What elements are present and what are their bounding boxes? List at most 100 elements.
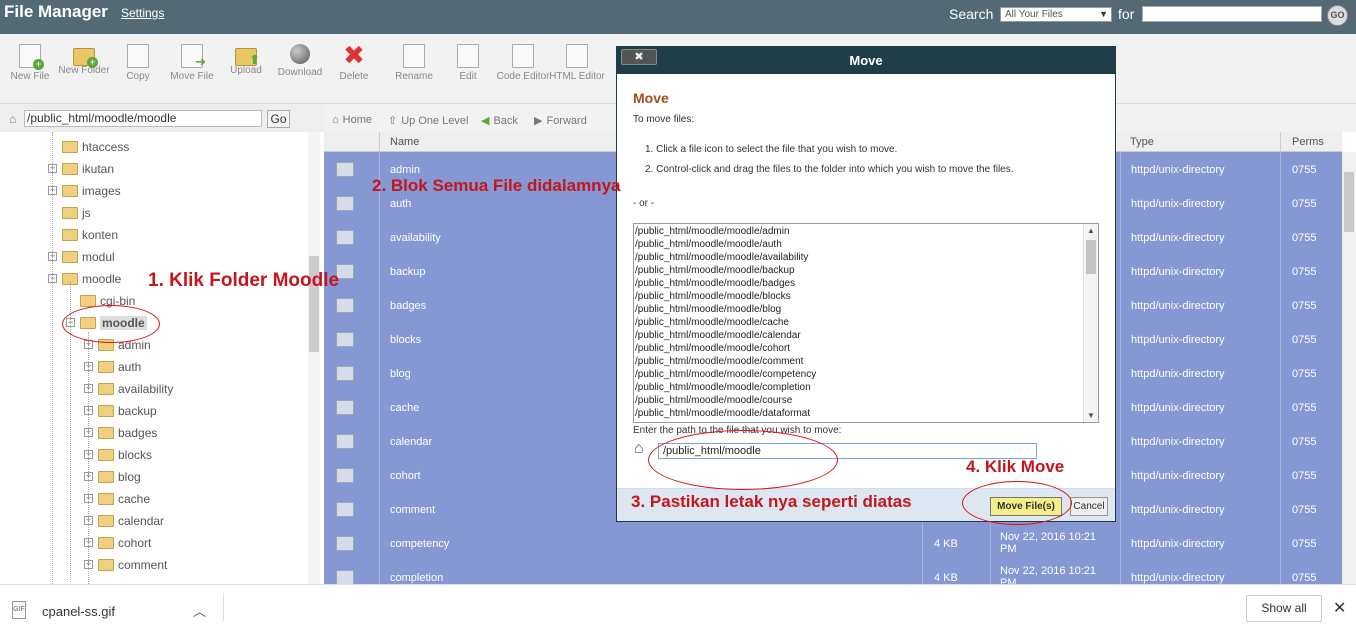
folder-icon [98, 361, 114, 373]
new-folder-button[interactable]: + New Folder [56, 44, 112, 76]
delete-icon: ✖ [343, 40, 365, 70]
rename-button[interactable]: Rename [386, 44, 442, 82]
new-file-button[interactable]: + New File [2, 44, 58, 82]
selected-file-path: /public_html/moodle/moodle/cache [635, 317, 789, 328]
file-size: 4 KB [934, 538, 958, 550]
selected-files-list[interactable]: /public_html/moodle/moodle/admin/public_… [633, 223, 1099, 423]
scroll-up-icon[interactable]: ▲ [1087, 226, 1095, 235]
settings-link[interactable]: Settings [121, 6, 164, 20]
perms-column-header[interactable]: Perms [1292, 136, 1324, 148]
gif-file-icon: GIF [12, 601, 26, 619]
file-perms: 0755 [1292, 266, 1317, 278]
files-scroll-thumb[interactable] [1086, 240, 1096, 274]
up-one-level-button[interactable]: ⇧ Up One Level [388, 114, 468, 127]
path-bar: ⌂ /public_html/moodle/moodle Go [0, 104, 324, 132]
file-type: httpd/unix-directory [1131, 436, 1225, 448]
selected-file-path: /public_html/moodle/moodle/calendar [635, 330, 801, 341]
folder-icon [62, 207, 78, 219]
home-button[interactable]: ⌂ Home [332, 114, 372, 126]
selected-file-path: /public_html/moodle/moodle/admin [635, 226, 790, 237]
edit-button[interactable]: Edit [440, 44, 496, 82]
download-button[interactable]: Download [272, 44, 328, 78]
copy-button[interactable]: Copy [110, 44, 166, 82]
close-button[interactable]: ✖ [621, 49, 657, 65]
folder-icon [98, 383, 114, 395]
file-perms: 0755 [1292, 436, 1317, 448]
file-perms: 0755 [1292, 198, 1317, 210]
path-go-button[interactable]: Go [267, 110, 290, 128]
back-label: Back [493, 115, 518, 127]
annotation-step-3: 3. Pastikan letak nya seperti diatas [631, 492, 912, 511]
search-input[interactable] [1142, 6, 1322, 22]
move-file-button[interactable]: ➜ Move File [164, 44, 220, 82]
tree-item-label: js [82, 206, 91, 220]
close-icon[interactable]: ✕ [1333, 598, 1346, 618]
folder-tree: htaccess + ikutan + images js konten + modul − moo… [0, 132, 320, 584]
home-icon[interactable]: ⌂ [9, 112, 16, 126]
dialog-title: Move [849, 53, 883, 68]
upload-button[interactable]: ⬆ Upload [218, 44, 274, 76]
folder-icon[interactable] [336, 434, 354, 449]
tree-scrollbar[interactable] [308, 132, 320, 584]
file-name: backup [390, 266, 426, 278]
html-editor-icon [566, 44, 588, 68]
selected-file-path: /public_html/moodle/moodle/badges [635, 278, 796, 289]
list-scrollbar[interactable] [1342, 152, 1356, 584]
folder-icon[interactable] [336, 536, 354, 551]
folder-icon[interactable] [336, 468, 354, 483]
chevron-up-icon[interactable]: ︿ [193, 601, 206, 620]
cancel-button[interactable]: Cancel [1070, 497, 1108, 516]
name-column-header[interactable]: Name [390, 136, 419, 148]
html-editor-button[interactable]: HTML Editor [549, 44, 605, 82]
file-size: 4 KB [934, 572, 958, 584]
selected-file-path: /public_html/moodle/moodle/completion [635, 382, 811, 393]
file-name: completion [390, 572, 444, 584]
folder-icon[interactable] [336, 400, 354, 415]
folder-icon[interactable] [336, 366, 354, 381]
download-filename[interactable]: cpanel-ss.gif [42, 604, 115, 619]
folder-icon[interactable] [336, 230, 354, 245]
table-row[interactable]: completion 4 KB Nov 22, 2016 10:21 PM httpd… [324, 561, 1342, 584]
file-name: badges [390, 300, 427, 312]
tree-item-label: images [82, 184, 121, 198]
selected-file-path: /public_html/moodle/moodle/auth [635, 239, 782, 250]
folder-icon[interactable] [336, 298, 354, 313]
folder-icon [98, 471, 114, 483]
path-input[interactable]: /public_html/moodle/moodle [24, 110, 262, 127]
rename-label: Rename [395, 71, 433, 82]
delete-button[interactable]: ✖ Delete [326, 40, 382, 82]
dialog-body: Move To move files: 1. Click a file icon… [617, 74, 1115, 489]
folder-icon[interactable] [336, 570, 354, 584]
list-scroll-thumb[interactable] [1344, 172, 1354, 232]
forward-button[interactable]: ▶ Forward [534, 114, 587, 127]
folder-icon[interactable] [336, 196, 354, 211]
folder-icon [98, 515, 114, 527]
folder-icon[interactable] [336, 162, 354, 177]
file-type: httpd/unix-directory [1131, 232, 1225, 244]
files-scrollbar[interactable]: ▲ ▼ [1083, 224, 1098, 422]
file-perms: 0755 [1292, 470, 1317, 482]
dialog-header: Move ✖ [617, 47, 1115, 74]
folder-icon [62, 185, 78, 197]
tree-item-label: availability [118, 382, 174, 396]
file-name: availability [390, 232, 441, 244]
tree-item-label: badges [118, 426, 158, 440]
scroll-down-icon[interactable]: ▼ [1087, 411, 1095, 420]
delete-label: Delete [339, 71, 369, 82]
folder-icon[interactable] [336, 502, 354, 517]
file-date: Nov 22, 2016 10:21 PM [1000, 565, 1097, 584]
table-row[interactable]: competency 4 KB Nov 22, 2016 10:21 PM httpd… [324, 527, 1342, 561]
selected-file-path: /public_html/moodle/moodle/comment [635, 356, 804, 367]
type-column-header[interactable]: Type [1130, 136, 1154, 148]
search-go-button[interactable]: GO [1327, 5, 1348, 26]
file-type: httpd/unix-directory [1131, 504, 1225, 516]
file-name: comment [390, 504, 436, 516]
folder-icon[interactable] [336, 332, 354, 347]
search-scope-value: All Your Files [1005, 9, 1063, 20]
show-all-button[interactable]: Show all [1246, 595, 1322, 622]
back-button[interactable]: ◀ Back [481, 114, 518, 127]
search-scope-select[interactable]: All Your Files ▼ [1000, 7, 1112, 22]
move-file-icon: ➜ [181, 44, 206, 68]
instruction-step-2: 2. Control-click and drag the files to t… [645, 164, 1014, 175]
code-editor-button[interactable]: Code Editor [495, 44, 551, 82]
